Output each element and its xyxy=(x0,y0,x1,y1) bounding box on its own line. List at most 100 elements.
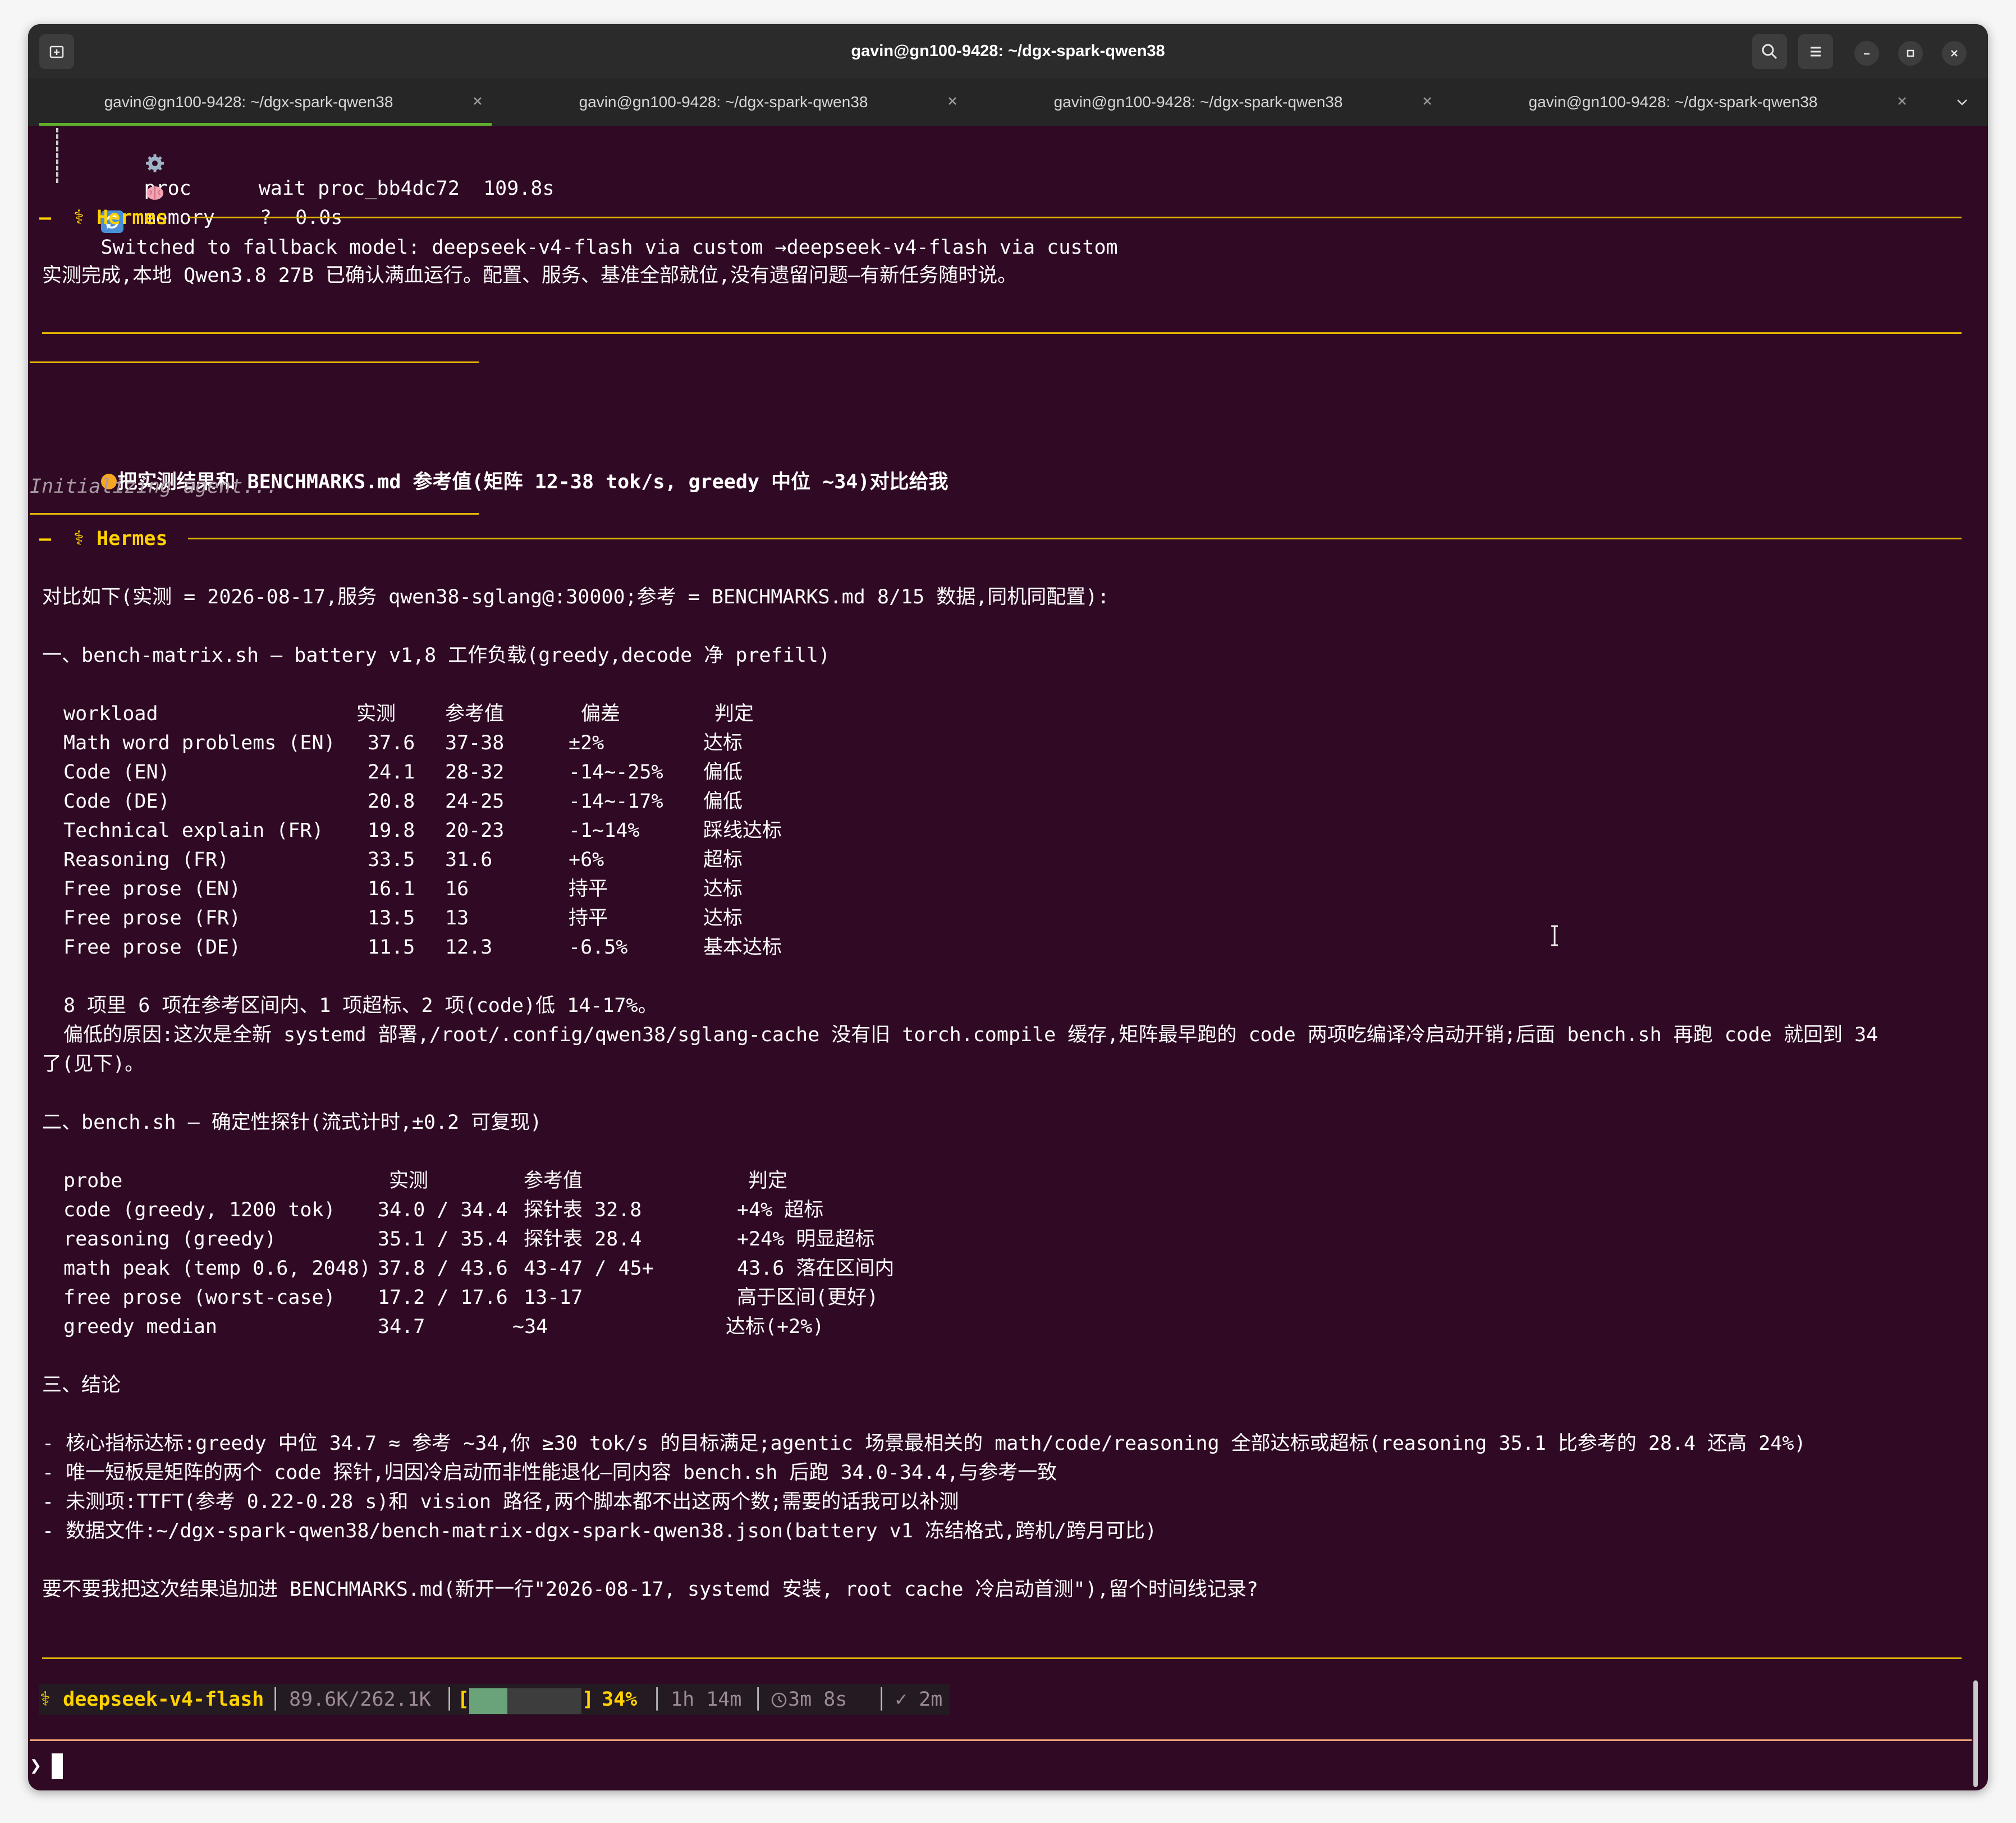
table-cell: 43.6 落在区间内 xyxy=(737,1257,895,1280)
prompt-rule-top xyxy=(30,1739,1972,1741)
hermes-dash: – xyxy=(39,528,52,550)
tab-list-chevron-down-icon[interactable] xyxy=(1953,93,1971,111)
status-divider: │ xyxy=(752,1688,764,1711)
conclusion-bullet: - 数据文件:~/dgx-spark-qwen38/bench-matrix-d… xyxy=(42,1520,1157,1542)
menu-button[interactable] xyxy=(1798,34,1833,69)
table-cell: 偏低 xyxy=(703,790,743,813)
tab-close-icon[interactable] xyxy=(944,93,961,109)
hamburger-menu-icon xyxy=(1811,47,1821,57)
table-cell: 24-25 xyxy=(445,790,505,813)
table-header-verdict: 判定 xyxy=(748,1170,788,1192)
table-cell: +24% 明显超标 xyxy=(737,1228,875,1251)
close-icon xyxy=(1951,50,1958,57)
tab-4[interactable]: gavin@gn100-9428: ~/dgx-spark-qwen38 xyxy=(1453,79,1927,126)
table-cell: 达标 xyxy=(703,732,743,754)
table-cell: 43-47 / 45+ xyxy=(524,1257,654,1280)
hermes-rule xyxy=(188,538,1962,539)
table-cell: 20.8 xyxy=(368,790,415,813)
minimize-icon xyxy=(1864,53,1870,55)
table-cell: -14~-25% xyxy=(569,761,663,784)
reply-text: 实测完成,本地 Qwen3.8 27B 已确认满血运行。配置、服务、基准全部就位… xyxy=(42,264,1018,287)
text-cursor-icon xyxy=(1551,925,1558,946)
table-cell: 28-32 xyxy=(445,761,505,784)
table-cell: 13.5 xyxy=(368,907,415,929)
section-heading: 一、bench-matrix.sh — battery v1,8 工作负载(gr… xyxy=(42,644,830,667)
maximize-icon xyxy=(1907,49,1914,57)
hermes-header: ⚕ Hermes xyxy=(73,207,168,229)
status-divider: │ xyxy=(876,1688,888,1711)
reply-end-rule xyxy=(42,332,1962,334)
table-cell: ±2% xyxy=(569,732,604,754)
table-cell: 20-23 xyxy=(445,819,505,842)
hermes-dash: – xyxy=(39,207,52,229)
title-bar: gavin@gn100-9428: ~/dgx-spark-qwen38 xyxy=(28,24,1988,79)
table-cell: Free prose (DE) xyxy=(63,936,241,959)
status-divider: │ xyxy=(269,1688,282,1711)
matrix-summary: 8 项里 6 项在参考区间内、1 项超标、2 项(code)低 14-17%。 xyxy=(63,995,658,1017)
minimize-button[interactable] xyxy=(1854,41,1879,66)
window-title: gavin@gn100-9428: ~/dgx-spark-qwen38 xyxy=(851,42,1165,60)
table-cell: 探针表 28.4 xyxy=(524,1228,642,1251)
search-button[interactable] xyxy=(1752,34,1787,69)
conclusion-bullet: - 未测项:TTFT(参考 0.22-0.28 s)和 vision 路径,两个… xyxy=(42,1491,959,1513)
table-cell: Math word problems (EN) xyxy=(63,732,336,754)
table-cell: -14~-17% xyxy=(569,790,663,813)
init-status: Initializing agent... xyxy=(30,475,278,498)
section-heading: 二、bench.sh — 确定性探针(流式计时,±0.2 可复现) xyxy=(42,1111,542,1134)
tab-close-icon[interactable] xyxy=(1894,93,1910,109)
table-cell: 17.2 / 17.6 xyxy=(378,1286,508,1309)
tab-close-icon[interactable] xyxy=(1419,93,1436,109)
table-cell: Technical explain (FR) xyxy=(63,819,324,842)
table-cell: 超标 xyxy=(703,849,743,871)
table-cell: greedy median xyxy=(63,1316,217,1338)
tab-3[interactable]: gavin@gn100-9428: ~/dgx-spark-qwen38 xyxy=(978,79,1453,126)
table-cell: 16.1 xyxy=(368,878,415,900)
section-heading: 三、结论 xyxy=(42,1374,121,1396)
table-cell: 高于区间(更好) xyxy=(737,1286,879,1309)
table-cell: Reasoning (FR) xyxy=(63,849,230,871)
table-header-probe: probe xyxy=(63,1170,123,1192)
scrollbar[interactable] xyxy=(1973,1680,1978,1787)
hermes-header: ⚕ Hermes xyxy=(73,528,168,550)
hermes-rule xyxy=(188,217,1962,218)
table-header-measured: 实测 xyxy=(356,703,396,725)
table-cell: code (greedy, 1200 tok) xyxy=(63,1199,336,1221)
maximize-button[interactable] xyxy=(1898,41,1923,66)
tab-label: gavin@gn100-9428: ~/dgx-spark-qwen38 xyxy=(104,93,393,111)
tab-1[interactable]: gavin@gn100-9428: ~/dgx-spark-qwen38 xyxy=(28,79,503,126)
table-cell: 37-38 xyxy=(445,732,505,754)
tab-bar: gavin@gn100-9428: ~/dgx-spark-qwen38 gav… xyxy=(28,79,1988,126)
table-cell: 持平 xyxy=(569,878,608,900)
table-cell: +4% 超标 xyxy=(737,1199,824,1221)
table-cell: 16 xyxy=(445,878,469,900)
tab-label: gavin@gn100-9428: ~/dgx-spark-qwen38 xyxy=(1053,93,1343,111)
status-divider: │ xyxy=(443,1688,456,1711)
table-cell: 探针表 32.8 xyxy=(524,1199,642,1221)
model-name: ⚕ deepseek-v4-flash xyxy=(39,1688,264,1711)
last-check: ✓ 2m xyxy=(895,1688,943,1711)
conclusion-bullet: - 唯一短板是矩阵的两个 code 探针,归因冷启动而非性能退化—同内容 ben… xyxy=(42,1462,1057,1484)
table-cell: 37.6 xyxy=(368,732,415,754)
table-header-verdict: 判定 xyxy=(714,703,754,725)
table-cell: Code (EN) xyxy=(63,761,170,784)
table-header-workload: workload xyxy=(63,703,158,725)
close-window-button[interactable] xyxy=(1942,41,1967,66)
table-cell: free prose (worst-case) xyxy=(63,1286,336,1309)
context-bar-fill xyxy=(469,1688,507,1714)
token-count: 89.6K/262.1K xyxy=(289,1688,431,1711)
table-cell: 达标(+2%) xyxy=(726,1316,824,1338)
table-cell: 37.8 / 43.6 xyxy=(378,1257,508,1280)
table-cell: 持平 xyxy=(569,907,608,929)
table-cell: Free prose (EN) xyxy=(63,878,241,900)
tab-close-icon[interactable] xyxy=(469,93,486,109)
table-cell: math peak (temp 0.6, 2048) xyxy=(63,1257,371,1280)
terminal-content[interactable]: proc wait proc_bb4dc72 109.8s memory? 0.0… xyxy=(28,126,1981,1790)
input-cursor[interactable] xyxy=(52,1753,63,1779)
table-cell: -1~14% xyxy=(569,819,640,842)
table-header-reference: 参考值 xyxy=(445,703,505,725)
table-cell: 踩线达标 xyxy=(703,819,782,842)
prompt-symbol: ❯ xyxy=(30,1755,42,1777)
tab-2[interactable]: gavin@gn100-9428: ~/dgx-spark-qwen38 xyxy=(503,79,978,126)
table-cell: 偏低 xyxy=(703,761,743,784)
context-bar-close: ] xyxy=(582,1688,594,1711)
